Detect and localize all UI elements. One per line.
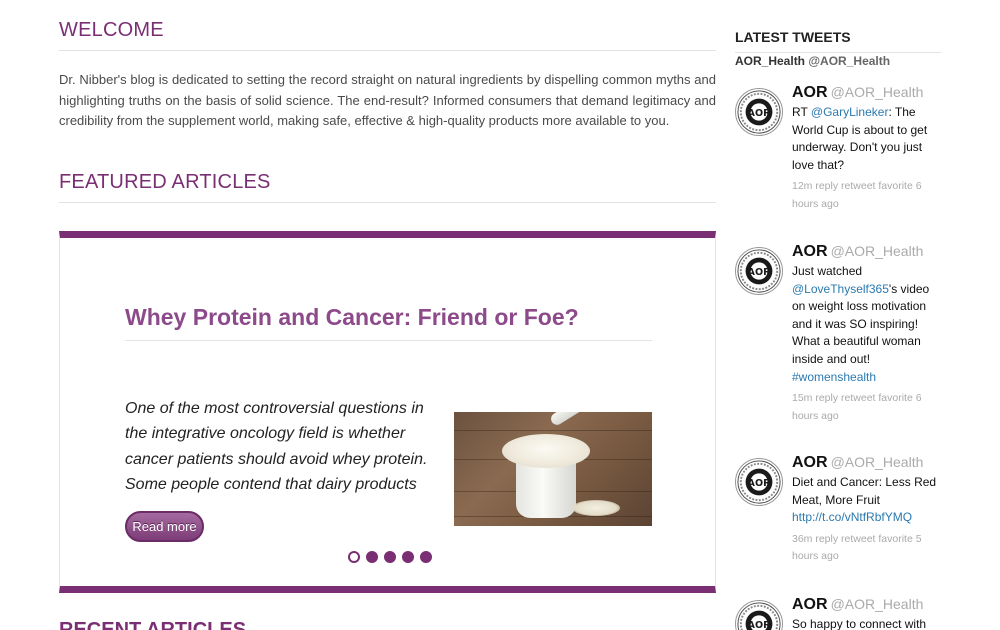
tweet-body: AOR @AOR_Health So happy to connect with bbox=[792, 596, 939, 630]
svg-text:AOR: AOR bbox=[748, 478, 772, 489]
tweet-body: AOR @AOR_Health Just watched @LoveThyself3… bbox=[792, 243, 939, 425]
slide-title[interactable]: Whey Protein and Cancer: Friend or Foe? bbox=[125, 304, 652, 341]
tweet-header: AOR @AOR_Health bbox=[792, 84, 939, 102]
tweet-author-handle[interactable]: @AOR_Health bbox=[831, 454, 924, 470]
tweet-header: AOR @AOR_Health bbox=[792, 596, 939, 614]
account-name[interactable]: AOR_Health bbox=[735, 54, 805, 68]
tweet-body: AOR @AOR_Health RT @GaryLineker: The World… bbox=[792, 84, 939, 214]
slide-excerpt: One of the most controversial questions … bbox=[125, 400, 428, 494]
tweet-author-handle[interactable]: @AOR_Health bbox=[831, 596, 924, 612]
svg-text:AOR: AOR bbox=[748, 267, 772, 278]
tweet-link[interactable]: @GaryLineker bbox=[811, 105, 889, 119]
tweet-header: AOR @AOR_Health bbox=[792, 454, 939, 472]
welcome-text: Dr. Nibber's blog is dedicated to settin… bbox=[59, 72, 716, 128]
featured-slider: Whey Protein and Cancer: Friend or Foe? … bbox=[59, 231, 716, 593]
tweet-body: AOR @AOR_Health Diet and Cancer: Less Red … bbox=[792, 454, 939, 566]
slider-dot[interactable] bbox=[384, 551, 396, 563]
tweet-text: RT @GaryLineker: The World Cup is about … bbox=[792, 104, 939, 174]
tweet-meta[interactable]: 36m reply retweet favorite 5 hours ago bbox=[792, 531, 939, 566]
tweet-avatar[interactable]: AOR bbox=[735, 600, 783, 630]
tweet-avatar[interactable]: AOR bbox=[735, 458, 783, 506]
svg-text:AOR: AOR bbox=[748, 620, 772, 630]
tweet-avatar[interactable]: AOR bbox=[735, 88, 783, 136]
slide-image-whey-protein[interactable] bbox=[454, 412, 652, 526]
tweet-text-segment: RT bbox=[792, 105, 811, 119]
tweet-text: Just watched @LoveThyself365's video on … bbox=[792, 263, 939, 386]
tweet-text: Diet and Cancer: Less Red Meat, More Fru… bbox=[792, 474, 939, 527]
tweet-author-name[interactable]: AOR bbox=[792, 596, 828, 613]
account-handle[interactable]: @AOR_Health bbox=[808, 54, 890, 68]
tweet-author-name[interactable]: AOR bbox=[792, 84, 828, 101]
welcome-heading: WELCOME bbox=[59, 19, 716, 51]
tweet-author-name[interactable]: AOR bbox=[792, 243, 828, 260]
latest-tweets-heading: LATEST TWEETS bbox=[735, 29, 941, 53]
svg-text:AOR: AOR bbox=[748, 108, 772, 119]
slider-dot[interactable] bbox=[402, 551, 414, 563]
tweet-link[interactable]: http://t.co/vNtfRbfYMQ bbox=[792, 510, 912, 524]
tweet-author-name[interactable]: AOR bbox=[792, 454, 828, 471]
tweet-meta[interactable]: 15m reply retweet favorite 6 hours ago bbox=[792, 390, 939, 425]
tweet-text-segment: Just watched bbox=[792, 264, 863, 278]
tweet-meta[interactable]: 12m reply retweet favorite 6 hours ago bbox=[792, 178, 939, 213]
tweet-author-handle[interactable]: @AOR_Health bbox=[831, 243, 924, 259]
tweet-header: AOR @AOR_Health bbox=[792, 243, 939, 261]
slider-dot[interactable] bbox=[366, 551, 378, 563]
tweet-author-handle[interactable]: @AOR_Health bbox=[831, 84, 924, 100]
tweet-text: So happy to connect with bbox=[792, 616, 939, 630]
read-more-button[interactable]: Read more bbox=[125, 511, 204, 542]
tweet-avatar[interactable]: AOR bbox=[735, 247, 783, 295]
tweet-link[interactable]: @LoveThyself365 bbox=[792, 282, 889, 296]
tweet-link[interactable]: #womenshealth bbox=[792, 370, 876, 384]
tweet-text-segment: Diet and Cancer: Less Red Meat, More Fru… bbox=[792, 475, 937, 507]
recent-articles-heading: RECENT ARTICLES bbox=[59, 619, 247, 630]
twitter-account: AOR_Health @AOR_Health bbox=[735, 54, 890, 68]
slider-dot[interactable] bbox=[348, 551, 360, 563]
featured-articles-heading: FEATURED ARTICLES bbox=[59, 171, 716, 203]
tweet-text-segment: So happy to connect with bbox=[792, 617, 927, 630]
slider-pagination bbox=[348, 551, 432, 563]
slider-dot[interactable] bbox=[420, 551, 432, 563]
